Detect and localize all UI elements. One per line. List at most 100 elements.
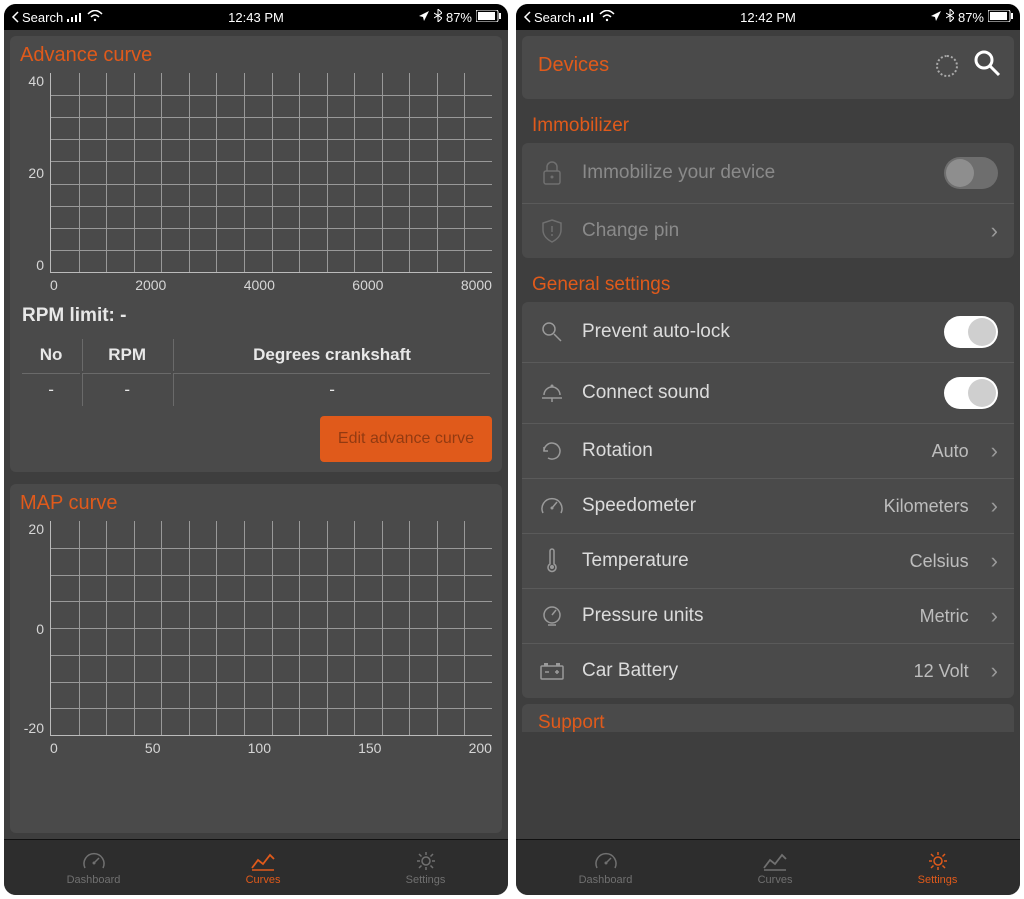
wifi-icon: [599, 10, 615, 25]
row-label: Temperature: [582, 550, 894, 572]
col-no: No: [22, 339, 80, 371]
x-tick: 6000: [352, 277, 383, 293]
x-tick: 2000: [135, 277, 166, 293]
general-settings-list: Prevent auto-lock Connect sound Rotation…: [522, 302, 1014, 698]
y-tick: 20: [28, 521, 44, 537]
x-tick: 4000: [244, 277, 275, 293]
tab-label: Curves: [758, 874, 793, 886]
edit-advance-curve-button[interactable]: Edit advance curve: [320, 416, 492, 462]
prevent-autolock-toggle[interactable]: [944, 316, 998, 348]
location-icon: [418, 10, 430, 25]
row-prevent-auto-lock[interactable]: Prevent auto-lock: [522, 302, 1014, 362]
tab-dashboard[interactable]: Dashboard: [579, 850, 633, 886]
tab-label: Settings: [406, 874, 446, 886]
row-value: Celsius: [910, 551, 969, 572]
tab-label: Curves: [246, 874, 281, 886]
speedometer-icon: [538, 495, 566, 517]
chevron-right-icon: ›: [991, 603, 998, 629]
lock-icon: [538, 160, 566, 186]
row-label: Rotation: [582, 440, 916, 462]
immobilizer-title: Immobilizer: [516, 105, 1020, 143]
cell-rpm: -: [82, 373, 171, 406]
map-curve-title: MAP curve: [20, 492, 492, 515]
tab-settings[interactable]: Settings: [918, 850, 958, 886]
tab-curves[interactable]: Curves: [246, 850, 281, 886]
battery-percent: 87%: [958, 10, 984, 25]
back-label: Search: [534, 10, 575, 25]
advance-curve-title: Advance curve: [20, 44, 492, 67]
x-tick: 0: [50, 277, 58, 293]
chevron-right-icon: ›: [991, 548, 998, 574]
x-tick: 8000: [461, 277, 492, 293]
row-label: Prevent auto-lock: [582, 321, 928, 343]
advance-curve-chart: 40 20 0 0 2000 4000 6000 8000: [20, 73, 492, 293]
row-value: Metric: [920, 606, 969, 627]
connect-sound-toggle[interactable]: [944, 377, 998, 409]
rotation-icon: [538, 439, 566, 463]
row-pressure-units[interactable]: Pressure units Metric ›: [522, 588, 1014, 643]
signal-icon: [67, 10, 83, 25]
signal-icon: [579, 10, 595, 25]
map-curve-panel: MAP curve 20 0 -20 0 50 100 150 200: [10, 484, 502, 833]
back-label: Search: [22, 10, 63, 25]
row-connect-sound[interactable]: Connect sound: [522, 362, 1014, 423]
battery-icon: [476, 10, 502, 25]
row-label: Immobilize your device: [582, 162, 928, 184]
tab-settings[interactable]: Settings: [406, 850, 446, 886]
general-settings-title: General settings: [516, 264, 1020, 302]
row-label: Connect sound: [582, 382, 928, 404]
phone-left: Search 12:43 PM 87% Advance curve: [4, 4, 508, 895]
row-immobilize-device[interactable]: Immobilize your device: [522, 143, 1014, 203]
loading-spinner-icon: [936, 55, 958, 77]
bluetooth-icon: [946, 9, 954, 25]
status-bar: Search 12:43 PM 87%: [4, 4, 508, 30]
table-row: - - -: [22, 373, 490, 406]
chevron-right-icon: ›: [991, 493, 998, 519]
row-rotation[interactable]: Rotation Auto ›: [522, 423, 1014, 478]
support-title: Support: [522, 704, 1014, 732]
search-button[interactable]: [972, 48, 1002, 83]
status-time: 12:42 PM: [740, 10, 796, 25]
immobilize-toggle[interactable]: [944, 157, 998, 189]
y-tick: 0: [36, 621, 44, 637]
battery-percent: 87%: [446, 10, 472, 25]
phone-right: Search 12:42 PM 87% Devices: [516, 4, 1020, 895]
row-temperature[interactable]: Temperature Celsius ›: [522, 533, 1014, 588]
devices-title: Devices: [538, 54, 609, 77]
col-deg: Degrees crankshaft: [173, 339, 490, 371]
row-value: Auto: [932, 441, 969, 462]
chevron-right-icon: ›: [991, 658, 998, 684]
col-rpm: RPM: [82, 339, 171, 371]
gear-icon: [925, 850, 951, 872]
x-tick: 100: [248, 740, 271, 756]
back-to-search[interactable]: Search: [522, 10, 575, 25]
chevron-right-icon: ›: [991, 438, 998, 464]
row-label: Change pin: [582, 220, 975, 242]
row-label: Pressure units: [582, 605, 904, 627]
row-label: Car Battery: [582, 660, 898, 682]
status-bar: Search 12:42 PM 87%: [516, 4, 1020, 30]
row-car-battery[interactable]: Car Battery 12 Volt ›: [522, 643, 1014, 698]
tab-label: Settings: [918, 874, 958, 886]
row-speedometer[interactable]: Speedometer Kilometers ›: [522, 478, 1014, 533]
battery-icon: [988, 10, 1014, 25]
row-change-pin[interactable]: Change pin ›: [522, 203, 1014, 258]
curves-icon: [762, 850, 788, 872]
magnifier-icon: [538, 320, 566, 344]
car-battery-icon: [538, 661, 566, 681]
row-label: Speedometer: [582, 495, 868, 517]
tab-bar: Dashboard Curves Settings: [4, 839, 508, 895]
back-to-search[interactable]: Search: [10, 10, 63, 25]
row-value: 12 Volt: [914, 661, 969, 682]
rpm-limit-row: RPM limit: -: [22, 305, 492, 327]
tab-dashboard[interactable]: Dashboard: [67, 850, 121, 886]
chevron-right-icon: ›: [991, 218, 998, 244]
tab-curves[interactable]: Curves: [758, 850, 793, 886]
advance-curve-table: No RPM Degrees crankshaft - - -: [20, 337, 492, 408]
bell-icon: [538, 382, 566, 404]
curves-icon: [250, 850, 276, 872]
thermometer-icon: [538, 548, 566, 574]
advance-curve-panel: Advance curve 40 20 0 0 2000 4000 6000 8…: [10, 36, 502, 472]
y-tick: -20: [24, 720, 44, 736]
cell-deg: -: [173, 373, 490, 406]
